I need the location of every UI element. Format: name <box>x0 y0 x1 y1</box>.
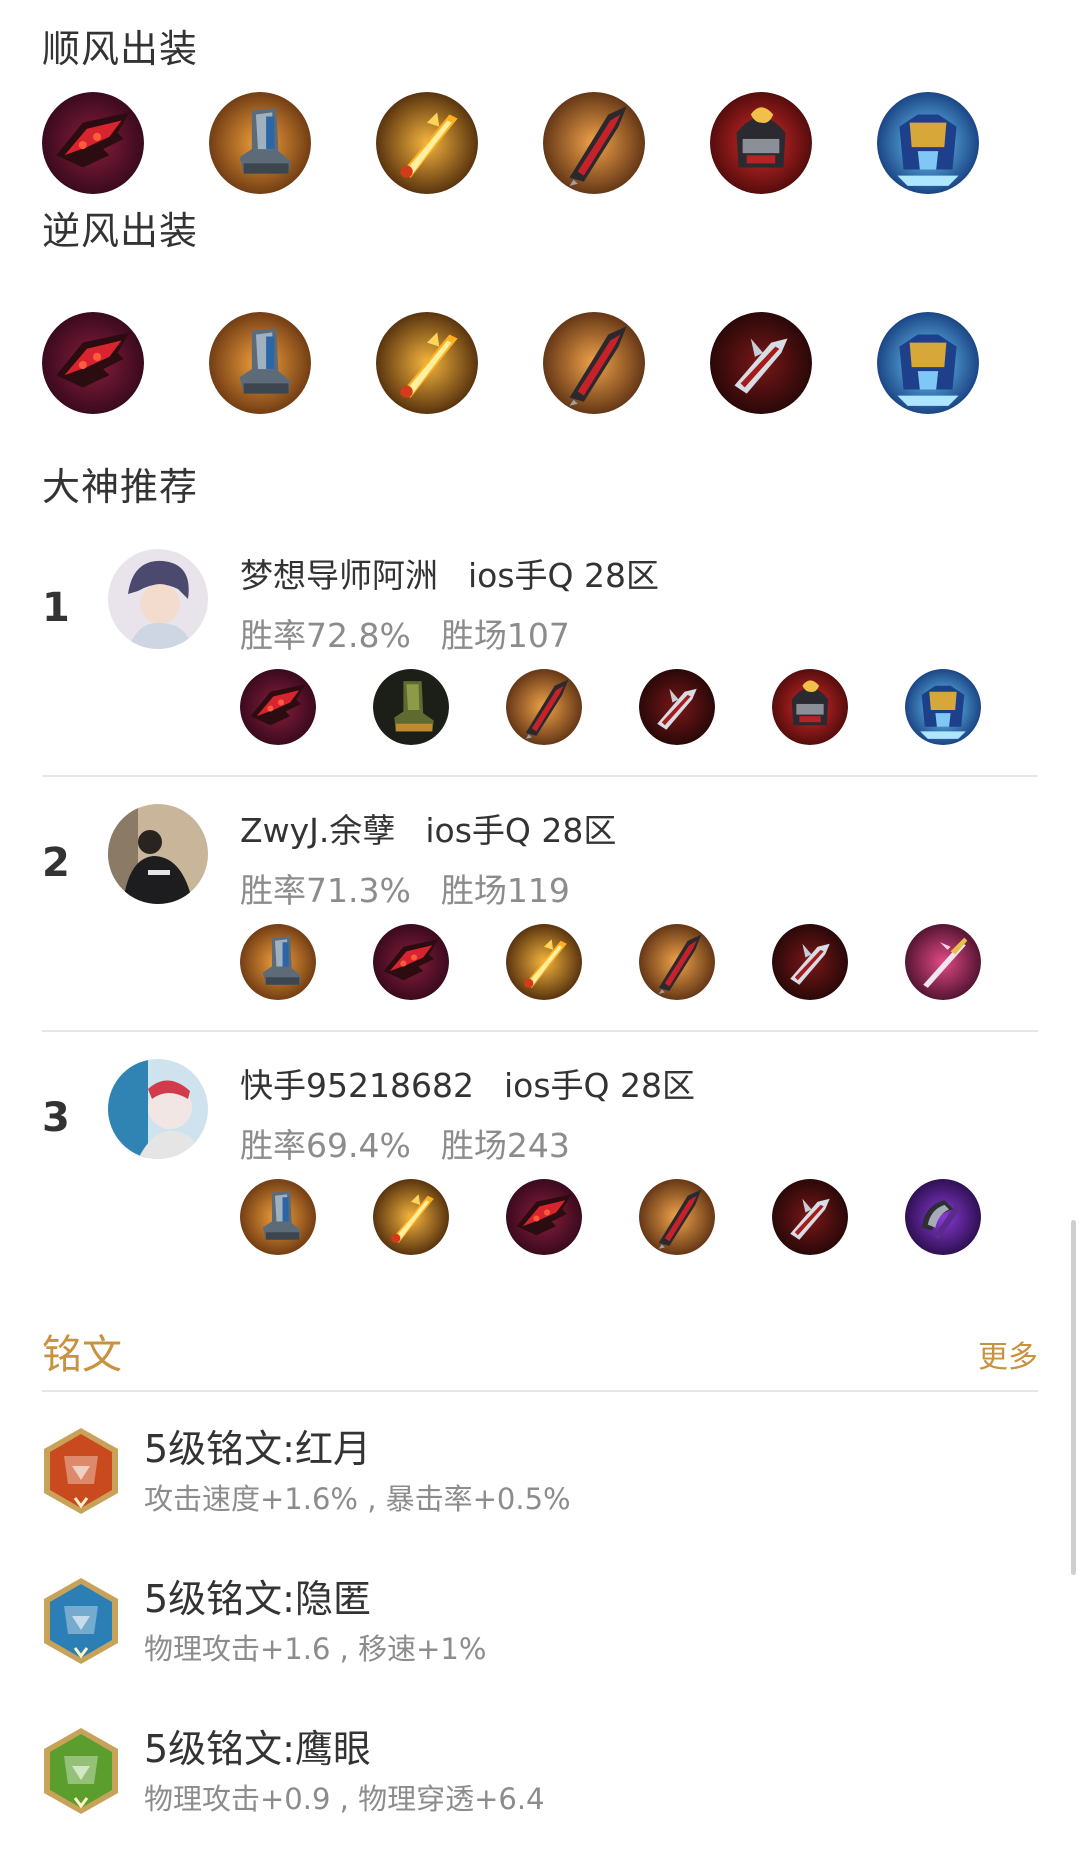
purple-axe-icon[interactable] <box>905 1179 981 1255</box>
demon-blade-icon[interactable] <box>543 92 645 194</box>
player-stats: 胜率72.8% 胜场107 <box>240 609 570 657</box>
armor-icon[interactable] <box>905 669 981 745</box>
divider <box>42 1390 1038 1392</box>
boots-icon[interactable] <box>240 924 316 1000</box>
player-server: ios手Q 28区 <box>468 556 660 595</box>
player-stats: 胜率71.3% 胜场119 <box>240 864 570 912</box>
demon-blade-icon[interactable] <box>639 924 715 1000</box>
divider <box>42 1030 1038 1032</box>
player-item-row <box>240 1179 1000 1259</box>
player-nickname: ZwyJ.余孽 <box>240 811 396 850</box>
recommend-player-1[interactable]: 1 梦想导师阿洲 ios手Q 28区 胜率72.8% 胜场107 <box>0 535 1080 790</box>
boots-icon[interactable] <box>209 92 311 194</box>
inscription-name: 5级铭文:鹰眼 <box>144 1727 371 1771</box>
player-server: ios手Q 28区 <box>425 811 617 850</box>
red-moon-icon <box>42 1426 120 1516</box>
dusk-claw-icon[interactable] <box>42 92 144 194</box>
player-winrate: 胜率69.4% <box>240 1126 411 1165</box>
dark-blade-icon[interactable] <box>772 924 848 1000</box>
recommend-title: 大神推荐 <box>42 465 199 509</box>
demon-blade-icon[interactable] <box>639 1179 715 1255</box>
dark-blade-icon[interactable] <box>639 669 715 745</box>
dusk-claw-icon[interactable] <box>373 924 449 1000</box>
fire-blade-icon[interactable] <box>376 92 478 194</box>
avatar[interactable] <box>108 804 208 904</box>
boots-icon[interactable] <box>240 1179 316 1255</box>
recommend-player-3[interactable]: 3 快手95218682 ios手Q 28区 胜率69.4% 胜场243 <box>0 1045 1080 1300</box>
scrollbar[interactable] <box>1071 1220 1076 1575</box>
green-boots-icon[interactable] <box>373 669 449 745</box>
dusk-claw-icon[interactable] <box>240 669 316 745</box>
dark-blade-icon[interactable] <box>772 1179 848 1255</box>
shunfeng-title: 顺风出装 <box>42 27 199 71</box>
demon-blade-icon[interactable] <box>543 312 645 414</box>
armor-icon[interactable] <box>877 312 979 414</box>
player-server: ios手Q 28区 <box>503 1066 695 1105</box>
inscription-desc: 攻击速度+1.6% , 暴击率+0.5% <box>144 1482 571 1516</box>
player-nickname: 梦想导师阿洲 <box>240 556 438 595</box>
helm-icon[interactable] <box>772 669 848 745</box>
player-name: ZwyJ.余孽 ios手Q 28区 <box>240 804 616 852</box>
player-winrate: 胜率72.8% <box>240 616 411 655</box>
player-item-row <box>240 924 1000 1004</box>
recommend-player-2[interactable]: 2 ZwyJ.余孽 ios手Q 28区 胜率71.3% 胜场119 <box>0 790 1080 1045</box>
inscription-title: 铭文 <box>42 1332 122 1378</box>
inscription-item[interactable]: 5级铭文:红月攻击速度+1.6% , 暴击率+0.5% <box>42 1418 1038 1528</box>
inscription-item[interactable]: 5级铭文:鹰眼物理攻击+0.9 , 物理穿透+6.4 <box>42 1718 1038 1828</box>
player-item-row <box>240 669 1000 749</box>
player-stats: 胜率69.4% 胜场243 <box>240 1119 570 1167</box>
pink-spear-icon[interactable] <box>905 924 981 1000</box>
player-name: 快手95218682 ios手Q 28区 <box>240 1059 695 1107</box>
hawk-eye-icon <box>42 1726 120 1816</box>
inscription-name: 5级铭文:隐匿 <box>144 1577 371 1621</box>
player-nickname: 快手95218682 <box>240 1066 474 1105</box>
inscription-desc: 物理攻击+0.9 , 物理穿透+6.4 <box>144 1782 545 1816</box>
inscription-item[interactable]: 5级铭文:隐匿物理攻击+1.6 , 移速+1% <box>42 1568 1038 1678</box>
dusk-claw-icon[interactable] <box>42 312 144 414</box>
player-name: 梦想导师阿洲 ios手Q 28区 <box>240 549 659 597</box>
armor-icon[interactable] <box>877 92 979 194</box>
rank-number: 1 <box>42 585 70 631</box>
hidden-icon <box>42 1576 120 1666</box>
nifeng-item-row <box>42 312 1002 416</box>
demon-blade-icon[interactable] <box>506 669 582 745</box>
rank-number: 2 <box>42 840 70 886</box>
avatar[interactable] <box>108 549 208 649</box>
inscription-desc: 物理攻击+1.6 , 移速+1% <box>144 1632 487 1666</box>
inscription-header: 铭文 更多 <box>42 1322 1038 1382</box>
fire-blade-icon[interactable] <box>506 924 582 1000</box>
divider <box>42 775 1038 777</box>
inscription-name: 5级铭文:红月 <box>144 1427 371 1471</box>
rank-number: 3 <box>42 1095 70 1141</box>
more-link[interactable]: 更多 <box>978 1332 1038 1376</box>
dusk-claw-icon[interactable] <box>506 1179 582 1255</box>
nifeng-title: 逆风出装 <box>42 209 199 253</box>
fire-blade-icon[interactable] <box>373 1179 449 1255</box>
player-wins: 胜场119 <box>440 871 570 910</box>
player-winrate: 胜率71.3% <box>240 871 411 910</box>
helm-icon[interactable] <box>710 92 812 194</box>
avatar[interactable] <box>108 1059 208 1159</box>
player-wins: 胜场107 <box>440 616 570 655</box>
dark-blade-icon[interactable] <box>710 312 812 414</box>
player-wins: 胜场243 <box>440 1126 570 1165</box>
fire-blade-icon[interactable] <box>376 312 478 414</box>
boots-icon[interactable] <box>209 312 311 414</box>
shunfeng-item-row <box>42 92 1002 196</box>
